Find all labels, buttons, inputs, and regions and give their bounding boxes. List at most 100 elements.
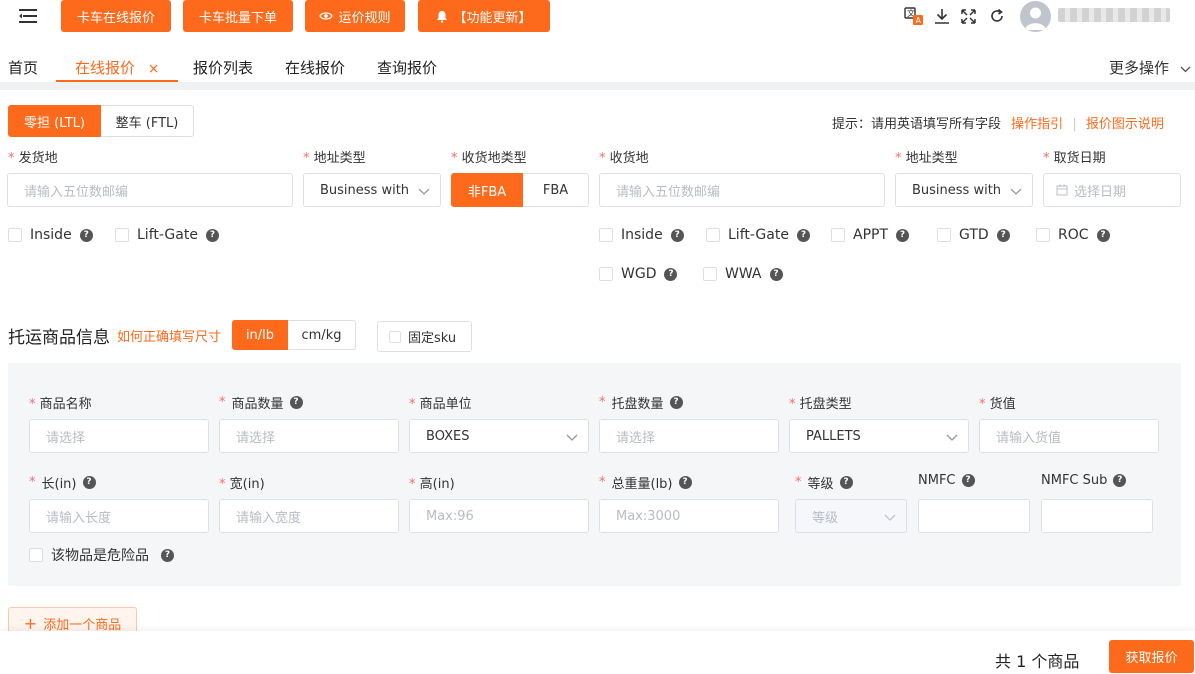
guide-link[interactable]: 操作指引 bbox=[1011, 117, 1063, 132]
pickup-date-label: 取货日期 bbox=[1043, 147, 1106, 166]
height-input[interactable]: Max:96 bbox=[409, 499, 589, 533]
grade-select[interactable]: 等级 bbox=[795, 499, 907, 533]
origin-address-type-select[interactable]: Business with bbox=[303, 173, 441, 207]
help-icon[interactable]: ? bbox=[896, 228, 910, 242]
dest-type-nonfba-button[interactable]: 非FBA bbox=[451, 173, 523, 207]
help-icon[interactable]: ? bbox=[161, 548, 174, 562]
dest-appt-checkbox[interactable]: APPT ? bbox=[831, 227, 910, 243]
checkbox-box[interactable] bbox=[831, 228, 845, 242]
dest-liftgate-checkbox[interactable]: Lift-Gate ? bbox=[706, 227, 810, 243]
dest-address-type-label: 地址类型 bbox=[895, 147, 958, 166]
help-icon[interactable]: ? bbox=[839, 476, 853, 489]
goods-section-title: 托运商品信息 bbox=[8, 328, 110, 348]
footer-bar: 共 1 个商品 获取报价 bbox=[0, 631, 1195, 674]
help-icon[interactable]: ? bbox=[82, 476, 96, 489]
menu-toggle-icon[interactable] bbox=[19, 8, 37, 28]
dest-zip-input[interactable]: 请输入五位数邮编 bbox=[599, 173, 885, 207]
truck-online-quote-button[interactable]: 卡车在线报价 bbox=[61, 0, 171, 32]
tab-online-quote[interactable]: 在线报价 bbox=[285, 57, 345, 78]
nmfc-input[interactable] bbox=[918, 499, 1030, 533]
checkbox-box[interactable] bbox=[706, 228, 720, 242]
pallet-qty-input[interactable]: 请选择 bbox=[599, 419, 779, 453]
origin-zip-input[interactable]: 请输入五位数邮编 bbox=[7, 173, 293, 207]
roc-label: ROC bbox=[1058, 227, 1089, 243]
help-icon[interactable]: ? bbox=[1113, 474, 1127, 487]
dest-type-switch: 非FBA FBA bbox=[451, 173, 589, 207]
weight-input[interactable]: Max:3000 bbox=[599, 499, 779, 533]
help-icon[interactable]: ? bbox=[961, 474, 975, 487]
unit-cm-kg-button[interactable]: cm/kg bbox=[288, 320, 356, 350]
goods-value-input[interactable]: 请输入货值 bbox=[979, 419, 1159, 453]
wgd-label: WGD bbox=[621, 266, 657, 282]
download-icon[interactable] bbox=[934, 8, 950, 28]
translate-icon[interactable]: 文A bbox=[904, 6, 924, 30]
nmfc-sub-input[interactable] bbox=[1041, 499, 1153, 533]
checkbox-box[interactable] bbox=[599, 267, 613, 281]
howto-size-link[interactable]: 如何正确填写尺寸 bbox=[117, 326, 221, 345]
feature-update-button[interactable]: 【功能更新】 bbox=[418, 0, 550, 32]
help-icon[interactable]: ? bbox=[289, 396, 303, 409]
dest-wgd-checkbox[interactable]: WGD ? bbox=[599, 266, 678, 282]
dest-label: 收货地 bbox=[599, 147, 649, 166]
dest-inside-checkbox[interactable]: Inside ? bbox=[599, 227, 684, 243]
tab-query-quote[interactable]: 查询报价 bbox=[377, 57, 437, 78]
origin-liftgate-checkbox[interactable]: Lift-Gate ? bbox=[115, 227, 219, 243]
rate-rules-button[interactable]: 运价规则 bbox=[305, 0, 405, 32]
fixed-sku-toggle[interactable]: 固定sku bbox=[377, 321, 472, 352]
width-input[interactable]: 请输入宽度 bbox=[219, 499, 399, 533]
avatar[interactable] bbox=[1020, 1, 1051, 32]
calendar-icon bbox=[1056, 184, 1068, 196]
dest-wwa-checkbox[interactable]: WWA ? bbox=[703, 266, 783, 282]
close-tab-icon[interactable]: × bbox=[148, 61, 160, 77]
checkbox-box[interactable] bbox=[1036, 228, 1050, 242]
width-label: 宽(in) bbox=[219, 473, 265, 492]
hazmat-checkbox[interactable]: 该物品是危险品 ? bbox=[29, 545, 174, 565]
dest-type-fba-button[interactable]: FBA bbox=[523, 173, 589, 207]
checkbox-box[interactable] bbox=[389, 330, 401, 343]
fullscreen-icon[interactable] bbox=[961, 9, 976, 28]
tab-home[interactable]: 首页 bbox=[8, 57, 38, 78]
help-icon[interactable]: ? bbox=[664, 267, 678, 281]
product-name-input[interactable]: 请选择 bbox=[29, 419, 209, 453]
truck-batch-order-button[interactable]: 卡车批量下单 bbox=[183, 0, 293, 32]
help-icon[interactable]: ? bbox=[769, 267, 783, 281]
dest-gtd-checkbox[interactable]: GTD ? bbox=[937, 227, 1010, 243]
help-icon[interactable]: ? bbox=[79, 228, 93, 242]
tab-online-quote-active[interactable]: 在线报价 × bbox=[75, 57, 160, 78]
mode-ltl-button[interactable]: 零担 (LTL) bbox=[8, 105, 101, 137]
plus-icon: + bbox=[23, 613, 38, 633]
help-icon[interactable]: ? bbox=[669, 396, 683, 409]
more-actions-menu[interactable]: 更多操作 bbox=[1109, 57, 1191, 78]
refresh-icon[interactable] bbox=[989, 8, 1005, 28]
get-quote-button[interactable]: 获取报价 bbox=[1109, 640, 1194, 673]
checkbox-box[interactable] bbox=[115, 228, 129, 242]
checkbox-box[interactable] bbox=[29, 548, 43, 562]
help-icon[interactable]: ? bbox=[678, 476, 692, 489]
product-name-label: 商品名称 bbox=[29, 393, 92, 412]
product-unit-select[interactable]: BOXES bbox=[409, 419, 589, 453]
dest-type-label: 收货地类型 bbox=[451, 147, 527, 166]
checkbox-box[interactable] bbox=[599, 228, 613, 242]
unit-in-lb-button[interactable]: in/lb bbox=[232, 320, 288, 350]
dest-roc-checkbox[interactable]: ROC ? bbox=[1036, 227, 1110, 243]
checkbox-box[interactable] bbox=[703, 267, 717, 281]
product-qty-input[interactable]: 请选择 bbox=[219, 419, 399, 453]
pickup-date-input[interactable]: 选择日期 bbox=[1043, 173, 1181, 207]
pallet-type-select[interactable]: PALLETS bbox=[789, 419, 969, 453]
mode-ftl-button[interactable]: 整车 (FTL) bbox=[101, 105, 194, 137]
help-icon[interactable]: ? bbox=[796, 228, 810, 242]
help-icon[interactable]: ? bbox=[205, 228, 219, 242]
tab-quote-list[interactable]: 报价列表 bbox=[193, 57, 253, 78]
length-input[interactable]: 请输入长度 bbox=[29, 499, 209, 533]
length-label: 长(in)? bbox=[29, 473, 96, 492]
origin-inside-checkbox[interactable]: Inside ? bbox=[8, 227, 93, 243]
help-icon[interactable]: ? bbox=[1096, 228, 1110, 242]
illustration-link[interactable]: 报价图示说明 bbox=[1086, 117, 1164, 132]
help-icon[interactable]: ? bbox=[670, 228, 684, 242]
help-icon[interactable]: ? bbox=[996, 228, 1010, 242]
checkbox-box[interactable] bbox=[8, 228, 22, 242]
dest-address-type-select[interactable]: Business with bbox=[895, 173, 1033, 207]
checkbox-box[interactable] bbox=[937, 228, 951, 242]
eye-icon bbox=[319, 11, 334, 21]
hazmat-label: 该物品是危险品 bbox=[51, 548, 149, 564]
